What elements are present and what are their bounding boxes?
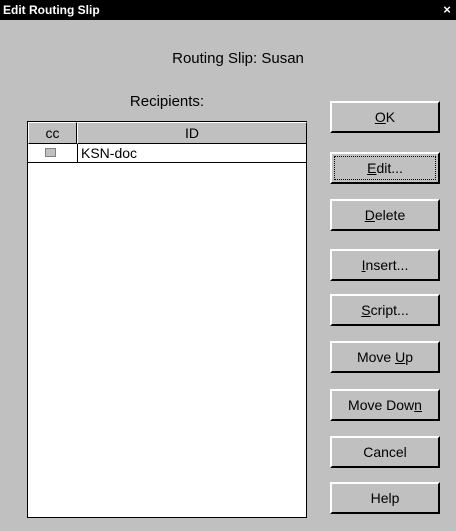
window-title: Edit Routing Slip xyxy=(3,3,100,17)
list-row[interactable]: KSN-doc xyxy=(28,144,306,163)
column-header-cc[interactable]: cc xyxy=(28,122,77,144)
edit-button[interactable]: Edit... xyxy=(330,152,440,184)
help-button[interactable]: Help xyxy=(330,482,440,514)
cc-checkbox[interactable] xyxy=(45,148,56,157)
script-button[interactable]: Script... xyxy=(330,294,440,326)
move-up-button[interactable]: Move Up xyxy=(330,341,440,373)
recipients-list[interactable]: cc ID KSN-doc xyxy=(27,121,307,518)
ok-button[interactable]: OK xyxy=(330,101,440,133)
edit-routing-slip-dialog: Edit Routing Slip × Routing Slip: Susan … xyxy=(0,0,456,531)
column-header-id[interactable]: ID xyxy=(77,122,307,144)
title-bar[interactable]: Edit Routing Slip × xyxy=(0,0,456,20)
recipient-id: KSN-doc xyxy=(81,145,138,161)
delete-button[interactable]: Delete xyxy=(330,199,440,231)
recipients-label: Recipients: xyxy=(129,93,205,110)
column-divider xyxy=(77,144,78,163)
close-icon[interactable]: × xyxy=(440,2,454,17)
routing-slip-heading: Routing Slip: Susan xyxy=(172,50,304,67)
insert-button[interactable]: Insert... xyxy=(330,249,440,281)
move-down-button[interactable]: Move Down xyxy=(330,389,440,421)
cancel-button[interactable]: Cancel xyxy=(330,436,440,468)
